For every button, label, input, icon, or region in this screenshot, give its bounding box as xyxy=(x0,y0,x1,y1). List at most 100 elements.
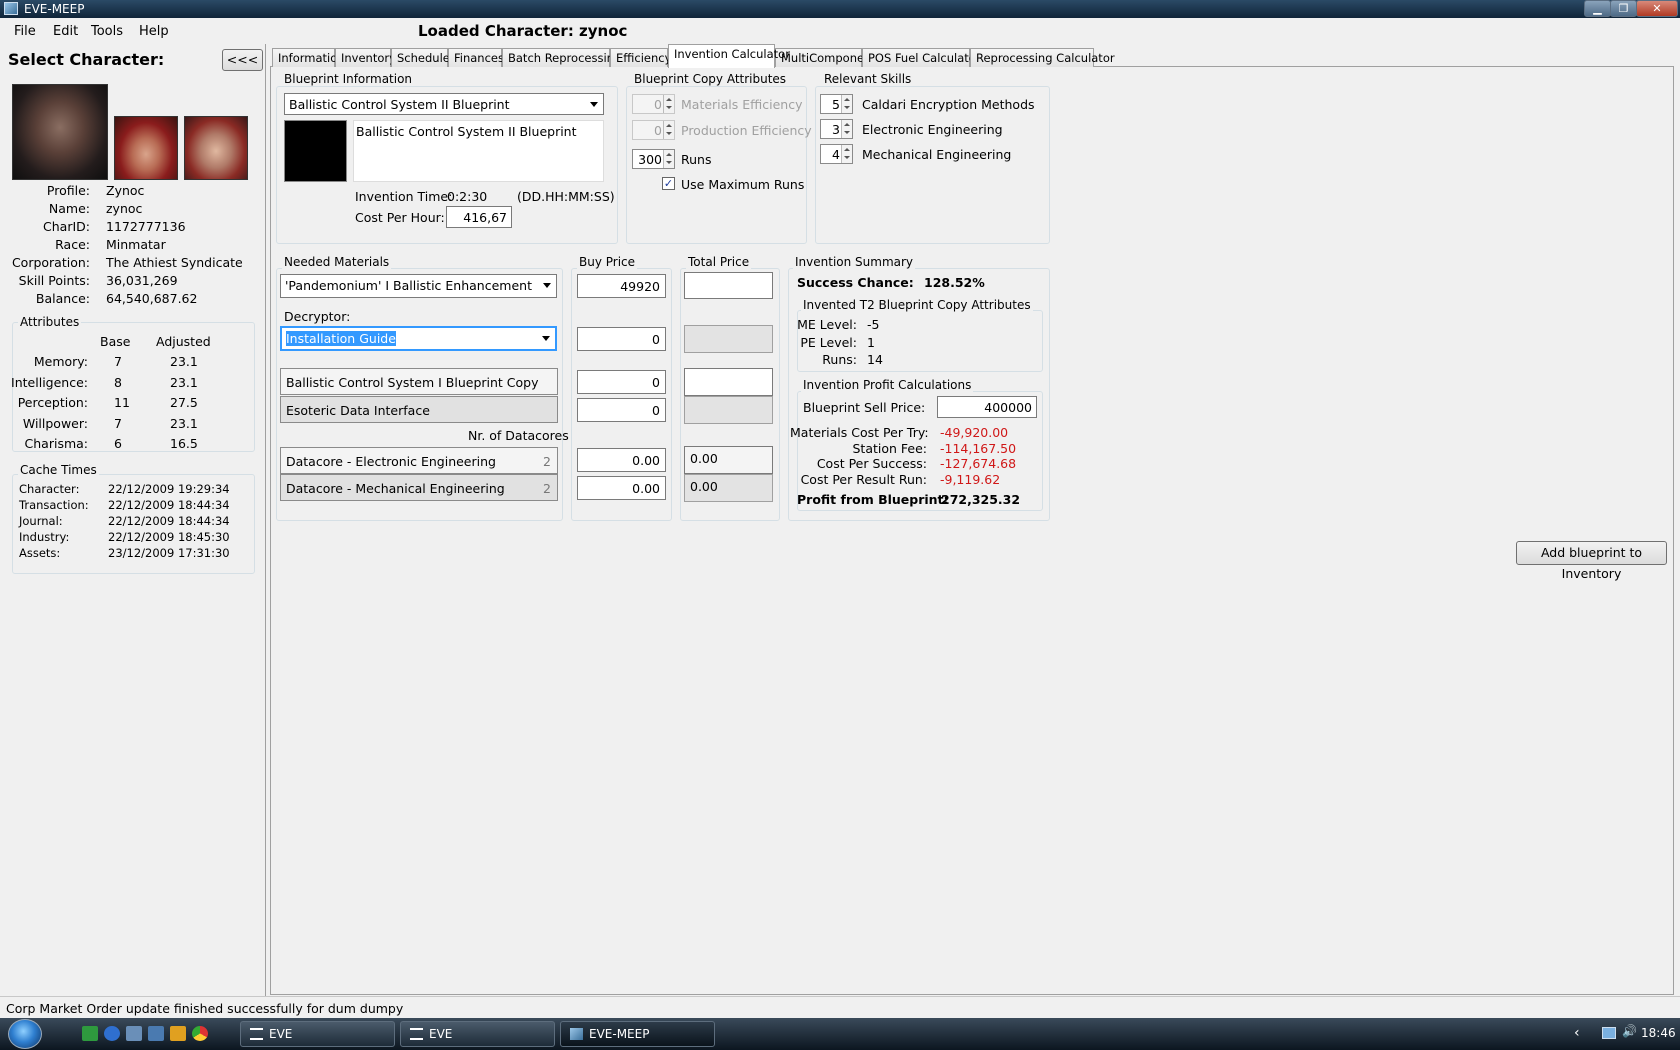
info-value: Zynoc xyxy=(106,183,145,198)
attributes-title: Attributes xyxy=(18,315,82,329)
start-button[interactable] xyxy=(8,1019,42,1049)
tab-inventory[interactable]: Inventory xyxy=(335,48,396,67)
media-player-icon[interactable] xyxy=(170,1026,186,1041)
relevant-skills-title: Relevant Skills xyxy=(822,72,914,86)
sell-price-field[interactable]: 400000 xyxy=(937,396,1037,418)
explorer-icon[interactable] xyxy=(148,1026,164,1041)
invention-time-label: Invention Time: xyxy=(355,189,453,204)
interface-buy-price[interactable]: 0 xyxy=(577,398,666,422)
attribute-adjusted: 16.5 xyxy=(170,436,198,451)
info-value: 1172777136 xyxy=(106,219,186,234)
attribute-name: Intelligence: xyxy=(11,374,88,390)
enhancement-select[interactable]: 'Pandemonium' I Ballistic Enhancement xyxy=(280,274,557,298)
info-value: The Athiest Syndicate xyxy=(106,255,243,270)
internet-explorer-icon[interactable] xyxy=(104,1026,120,1041)
quicklaunch-app-icon[interactable] xyxy=(82,1026,98,1041)
attribute-base: 7 xyxy=(114,415,122,431)
t2-me-label: ME Level: xyxy=(797,317,857,332)
t2-pe-label: PE Level: xyxy=(800,335,857,350)
character-portrait-zynoc[interactable] xyxy=(12,84,108,180)
info-label: Race: xyxy=(55,237,90,252)
collapse-panel-button[interactable]: <<< xyxy=(222,49,263,71)
datacore-mechanical-buy-price[interactable]: 0.00 xyxy=(577,476,666,500)
close-button[interactable]: ✕ xyxy=(1636,0,1678,17)
decryptor-select[interactable]: Installation Guide xyxy=(280,326,557,351)
menu-edit[interactable]: Edit xyxy=(53,24,78,39)
tab-schedule[interactable]: Schedule xyxy=(391,48,450,67)
minimize-button[interactable]: ▁ xyxy=(1584,0,1611,17)
calc-label: Materials Cost Per Try: xyxy=(790,425,929,440)
restore-button[interactable]: ❐ xyxy=(1610,0,1637,17)
taskbar-item-eve-1[interactable]: EVE xyxy=(240,1021,395,1047)
taskbar-item-label: EVE-MEEP xyxy=(589,1027,650,1041)
taskbar-item-eve-2[interactable]: EVE xyxy=(400,1021,555,1047)
tab-reprocessing-calculator[interactable]: Reprocessing Calculator xyxy=(970,48,1115,67)
invention-time-format: (DD.HH:MM:SS) xyxy=(517,189,615,204)
datacore-mechanical-total: 0.00 xyxy=(684,474,773,502)
tab-batch-reprocessing[interactable]: Batch Reprocessing xyxy=(502,48,621,67)
attribute-name: Memory: xyxy=(33,354,88,369)
use-max-runs-checkbox[interactable]: ✓ xyxy=(662,177,675,190)
network-icon[interactable] xyxy=(1602,1027,1616,1039)
cache-value: 22/12/2009 19:29:34 xyxy=(108,482,230,496)
skill-level-value: 4 xyxy=(832,147,840,162)
menu-help[interactable]: Help xyxy=(139,24,169,39)
attribute-name: Willpower: xyxy=(22,415,88,431)
taskbar: EVE EVE EVE-MEEP ‹ 🔊 18:46 xyxy=(0,1018,1680,1050)
needed-materials-title: Needed Materials xyxy=(282,255,392,269)
interface-total-price xyxy=(684,396,773,424)
pe-spinner[interactable]: 0 xyxy=(632,120,675,140)
skill-name: Caldari Encryption Methods xyxy=(862,97,1035,112)
tab-pos-fuel-calculator[interactable]: POS Fuel Calculator xyxy=(862,48,981,67)
enhancement-buy-price[interactable]: 49920 xyxy=(577,274,666,298)
clock[interactable]: 18:46 xyxy=(1641,1026,1676,1040)
window-icon xyxy=(410,1028,423,1040)
decryptor-buy-price[interactable]: 0 xyxy=(577,327,666,351)
taskbar-item-eve-meep[interactable]: EVE-MEEP xyxy=(560,1021,715,1047)
cost-per-hour-field[interactable]: 416,67 xyxy=(446,206,512,228)
tab-efficiency[interactable]: Efficiency xyxy=(610,48,671,67)
blueprint-info-title: Blueprint Information xyxy=(282,72,415,86)
attribute-adjusted: 27.5 xyxy=(170,395,198,410)
datacore-row-electronic: Datacore - Electronic Engineering 2 xyxy=(280,447,558,474)
title-bar: EVE-MEEP ▁ ❐ ✕ xyxy=(0,0,1680,18)
chrome-icon[interactable] xyxy=(192,1026,208,1041)
tray-expand-icon[interactable]: ‹ xyxy=(1574,1025,1580,1041)
character-portrait-2[interactable] xyxy=(114,116,178,180)
volume-icon[interactable]: 🔊 xyxy=(1622,1024,1637,1038)
bpc-buy-price[interactable]: 0 xyxy=(577,370,666,394)
chevron-down-icon xyxy=(543,283,551,288)
tab-finances[interactable]: Finances xyxy=(448,48,504,67)
character-portrait-3[interactable] xyxy=(184,116,248,180)
skill-level-spinner[interactable]: 4 xyxy=(820,144,853,164)
skill-level-spinner[interactable]: 3 xyxy=(820,119,853,139)
decryptor-total-price xyxy=(684,325,773,353)
calc-label: Cost Per Result Run: xyxy=(800,471,927,487)
decryptor-label: Decryptor: xyxy=(284,309,351,324)
attribute-adjusted: 23.1 xyxy=(170,354,198,369)
cost-per-hour-label: Cost Per Hour: xyxy=(355,210,445,225)
attribute-adjusted: 23.1 xyxy=(170,374,198,390)
info-label: Skill Points: xyxy=(18,273,90,288)
me-spinner[interactable]: 0 xyxy=(632,94,675,114)
blueprint-select[interactable]: Ballistic Control System II Blueprint xyxy=(284,93,604,115)
menu-tools[interactable]: Tools xyxy=(91,24,123,39)
spin-arrows-icon xyxy=(663,95,674,113)
datacores-count-label: Nr. of Datacores xyxy=(468,428,569,443)
datacore-electronic-buy-price[interactable]: 0.00 xyxy=(577,448,666,472)
add-blueprint-to-inventory-button[interactable]: Add blueprint to Inventory xyxy=(1516,541,1667,581)
info-value: 64,540,687.62 xyxy=(106,291,198,306)
show-desktop-icon[interactable] xyxy=(126,1026,142,1041)
skill-level-spinner[interactable]: 5 xyxy=(820,94,853,114)
info-label: Balance: xyxy=(35,291,90,306)
calc-value: -127,674.68 xyxy=(940,456,1017,471)
runs-spinner[interactable]: 300 xyxy=(632,149,675,169)
status-bar: Corp Market Order update finished succes… xyxy=(0,996,1680,1018)
menu-file[interactable]: File xyxy=(14,24,36,39)
skill-name: Electronic Engineering xyxy=(862,122,1003,137)
tab-invention-calculator[interactable]: Invention Calculator xyxy=(668,44,790,68)
attribute-base: 7 xyxy=(114,354,122,369)
tab-information[interactable]: Information xyxy=(272,48,345,67)
material-row-bpc: Ballistic Control System I Blueprint Cop… xyxy=(280,368,558,395)
enhancement-select-value: 'Pandemonium' I Ballistic Enhancement xyxy=(285,278,532,293)
